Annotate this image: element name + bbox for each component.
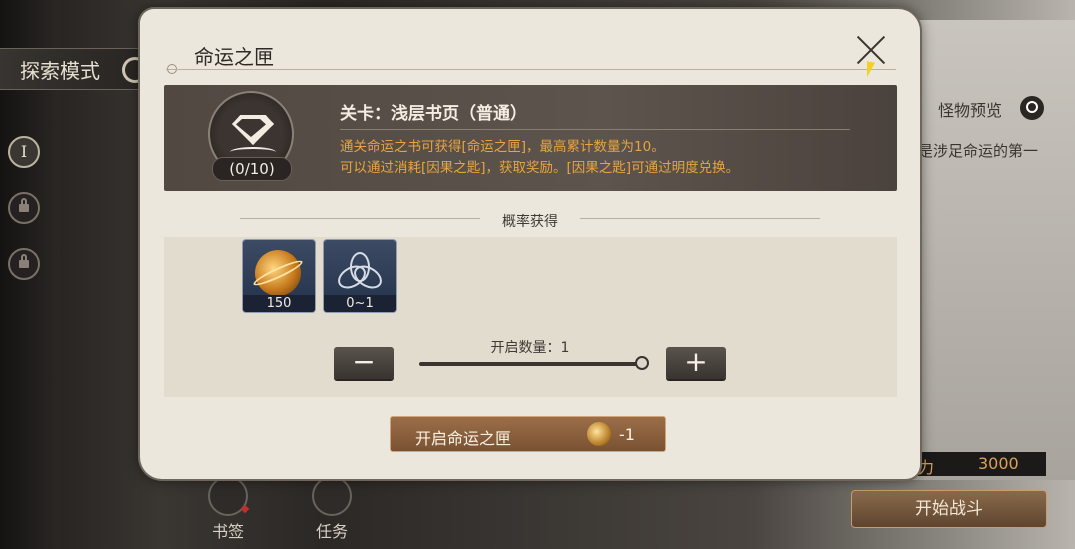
banner-divider xyxy=(340,129,850,130)
power-value: 3000 xyxy=(978,454,1019,473)
title-divider xyxy=(166,69,896,70)
causal-key-icon xyxy=(587,422,611,446)
item-quantity: 0~1 xyxy=(324,295,396,312)
decrement-button[interactable]: − xyxy=(334,347,394,379)
fate-box-dialog: 命运之匣 (0/10) 关卡：浅层书页（普通） 通关命运之书可获得[命运之匣]，… xyxy=(140,9,920,479)
monster-preview-label[interactable]: 怪物预览 xyxy=(938,97,1002,121)
search-icon[interactable] xyxy=(1020,96,1044,120)
box-count-badge: (0/10) xyxy=(212,157,292,181)
triquetra-icon xyxy=(334,252,386,294)
stage-node-label: I xyxy=(20,142,28,161)
slider-handle[interactable] xyxy=(635,356,649,370)
gold-orb-icon xyxy=(255,250,301,296)
open-cost: -1 xyxy=(619,425,635,444)
item-quantity: 150 xyxy=(243,295,315,312)
dialog-title: 命运之匣 xyxy=(194,45,274,69)
stage-banner: (0/10) 关卡：浅层书页（普通） 通关命运之书可获得[命运之匣]，最高累计数… xyxy=(164,85,897,191)
stage-side-description: 是涉足命运的第一 xyxy=(918,142,1039,160)
increment-button[interactable]: + xyxy=(666,347,726,379)
power-display: 力 3000 xyxy=(918,452,1046,477)
quest-label: 任务 xyxy=(315,522,348,541)
start-battle-button[interactable]: 开始战斗 xyxy=(851,490,1047,528)
stage-name: 关卡：浅层书页（普通） xyxy=(340,104,527,124)
reward-item-gold-orb[interactable]: 150 xyxy=(242,239,316,313)
alert-dot-icon xyxy=(240,504,250,514)
lock-icon xyxy=(19,198,29,212)
description-line-1: 通关命运之书可获得[命运之匣]，最高累计数量为10。 xyxy=(340,139,665,155)
background-right-panel xyxy=(900,20,1075,480)
open-count-slider[interactable] xyxy=(419,362,641,366)
bookmark-button[interactable]: 书签 xyxy=(198,476,258,546)
open-fate-box-button[interactable]: 开启命运之匣 -1 xyxy=(390,416,666,452)
explore-mode-label: 探索模式 xyxy=(20,59,100,83)
stage-node-locked-2[interactable] xyxy=(8,192,40,224)
book-icon xyxy=(230,147,276,157)
power-label: 力 xyxy=(918,458,935,477)
quest-icon xyxy=(312,476,352,516)
stage-description: 通关命运之书可获得[命运之匣]，最高累计数量为10。 可以通过消耗[因果之匙]，… xyxy=(340,137,739,179)
explore-mode-header[interactable]: 探索模式 xyxy=(0,48,150,90)
quest-button[interactable]: 任务 xyxy=(302,476,362,546)
stage-node-1[interactable]: I xyxy=(8,136,40,168)
open-button-label: 开启命运之匣 xyxy=(415,429,512,448)
mouse-cursor-icon xyxy=(867,61,875,79)
description-line-2: 可以通过消耗[因果之匙]，获取奖励。[因果之匙]可通过明度兑换。 xyxy=(340,160,740,176)
lock-icon xyxy=(19,254,29,268)
bookmark-label: 书签 xyxy=(211,522,244,541)
reward-item-triquetra[interactable]: 0~1 xyxy=(323,239,397,313)
drops-title: 概率获得 xyxy=(502,214,558,230)
open-count-label: 开启数量：1 xyxy=(490,340,570,356)
stage-node-locked-3[interactable] xyxy=(8,248,40,280)
